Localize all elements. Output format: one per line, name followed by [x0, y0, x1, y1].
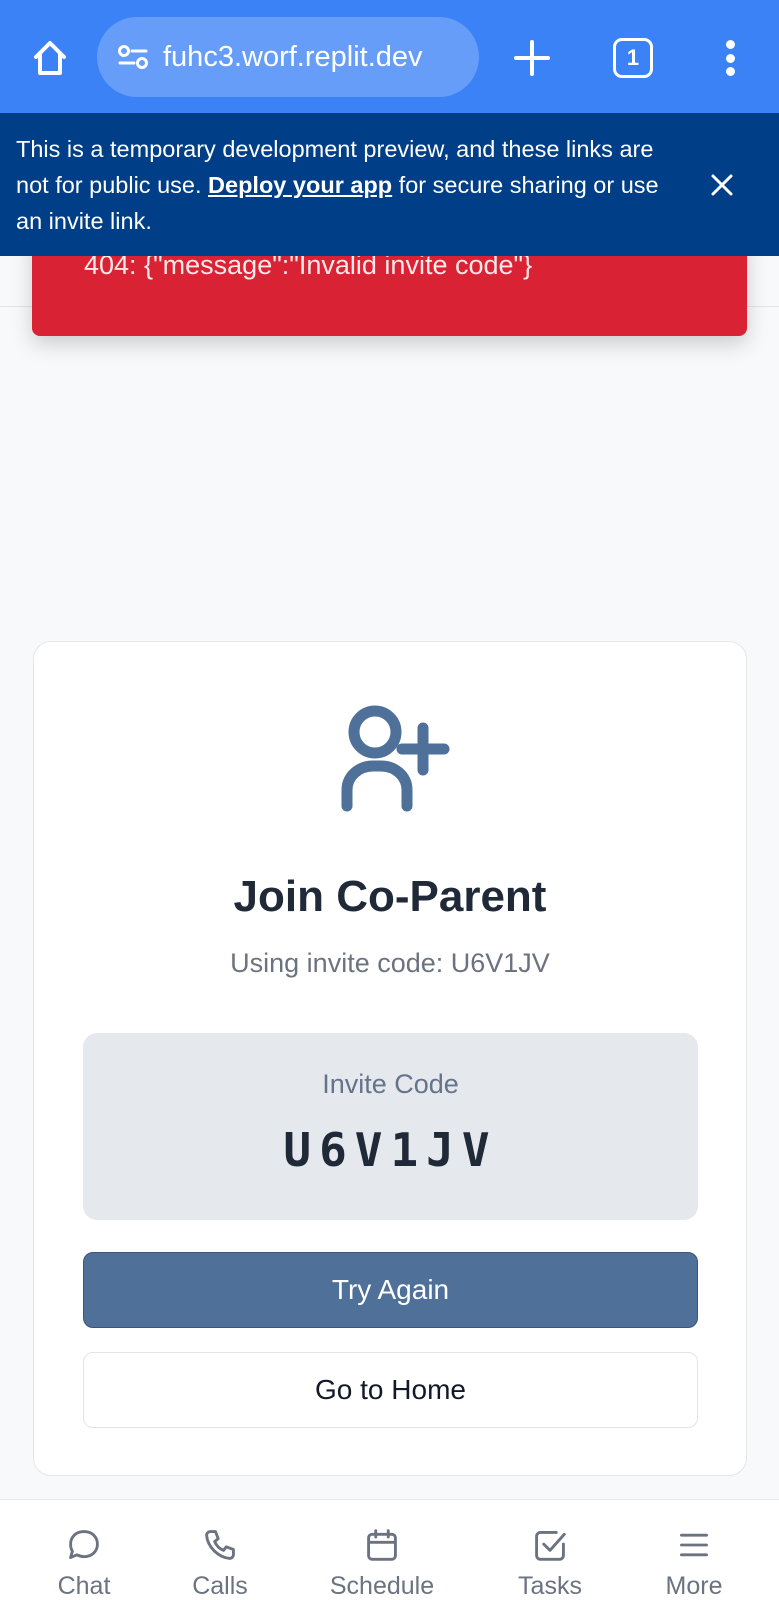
calendar-icon: [367, 1529, 397, 1561]
bottom-nav: Chat Calls Schedule Tasks More: [0, 1499, 779, 1600]
invite-code-box: Invite Code U6V1JV: [83, 1033, 698, 1220]
hamburger-menu-icon: [680, 1533, 708, 1557]
nav-label-more: More: [665, 1572, 723, 1600]
tab-switcher-button[interactable]: 1: [613, 38, 653, 78]
nav-label-tasks: Tasks: [518, 1572, 582, 1600]
nav-label-chat: Chat: [57, 1572, 111, 1600]
page-title: Join Co-Parent: [233, 872, 547, 921]
dev-preview-banner: This is a temporary development preview,…: [0, 113, 779, 256]
nav-item-chat[interactable]: Chat: [44, 1500, 124, 1600]
nav-item-tasks[interactable]: Tasks: [510, 1500, 590, 1600]
deploy-app-link[interactable]: Deploy your app: [208, 172, 392, 198]
invite-code-subtitle: Using invite code: U6V1JV: [230, 948, 550, 978]
phone-icon: [205, 1530, 235, 1560]
nav-item-calls[interactable]: Calls: [180, 1500, 260, 1600]
join-card: Join Co-Parent Using invite code: U6V1JV…: [33, 641, 747, 1476]
url-text: fuhc3.worf.replit.dev: [163, 40, 423, 73]
nav-item-schedule[interactable]: Schedule: [322, 1500, 442, 1600]
home-icon[interactable]: [26, 34, 74, 82]
address-bar[interactable]: fuhc3.worf.replit.dev: [97, 17, 479, 97]
try-again-button[interactable]: Try Again: [83, 1252, 698, 1328]
go-home-button[interactable]: Go to Home: [83, 1352, 698, 1428]
nav-item-more[interactable]: More: [654, 1500, 734, 1600]
nav-label-schedule: Schedule: [329, 1572, 435, 1600]
browser-toolbar: fuhc3.worf.replit.dev 1: [0, 0, 779, 113]
new-tab-icon[interactable]: [510, 36, 554, 80]
site-settings-icon[interactable]: [115, 39, 151, 75]
invite-code-value: U6V1JV: [283, 1123, 498, 1177]
chat-bubble-icon: [69, 1530, 99, 1559]
close-icon[interactable]: [707, 170, 737, 200]
checkbox-icon: [535, 1531, 566, 1561]
browser-menu-icon[interactable]: [716, 36, 744, 80]
nav-label-calls: Calls: [192, 1572, 248, 1600]
invite-code-label: Invite Code: [322, 1069, 459, 1099]
user-plus-icon: [323, 694, 463, 834]
